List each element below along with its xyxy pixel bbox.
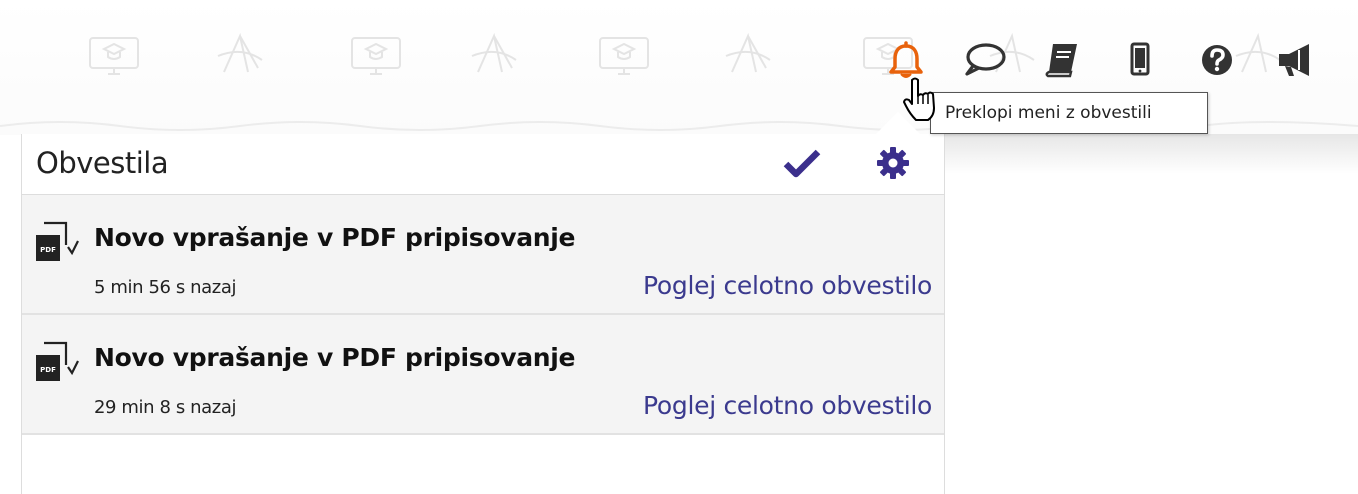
notification-title: Novo vprašanje v PDF pripisovanje <box>94 223 576 252</box>
checkmark-icon <box>783 148 821 183</box>
notification-title: Novo vprašanje v PDF pripisovanje <box>94 343 576 372</box>
bell-icon <box>888 40 924 80</box>
view-full-notification-link[interactable]: Poglej celotno obvestilo <box>643 271 932 300</box>
hand-pointer-cursor <box>900 76 940 124</box>
mobile-app-button[interactable] <box>1117 37 1163 83</box>
mobile-phone-icon <box>1125 40 1155 80</box>
announcements-button[interactable] <box>1272 37 1318 83</box>
gear-icon <box>875 145 911 186</box>
messages-button[interactable] <box>962 37 1008 83</box>
notifications-panel-header: Obvestila <box>22 134 944 195</box>
notification-item[interactable]: PDF Novo vprašanje v PDF pripisovanje 29… <box>22 315 944 435</box>
view-full-notification-link[interactable]: Poglej celotno obvestilo <box>643 391 932 420</box>
svg-text:PDF: PDF <box>40 246 56 254</box>
mark-all-read-button[interactable] <box>782 148 822 182</box>
pdf-annotation-icon: PDF <box>34 341 80 383</box>
panel-title: Obvestila <box>36 146 169 180</box>
pdf-annotation-icon: PDF <box>34 221 80 263</box>
library-button[interactable] <box>1040 37 1086 83</box>
book-icon <box>1043 40 1083 80</box>
help-button[interactable] <box>1194 37 1240 83</box>
bell-tooltip: Preklopi meni z obvestili <box>930 92 1208 134</box>
notification-settings-button[interactable] <box>873 146 913 182</box>
chat-bubble-icon <box>963 40 1007 80</box>
notification-item[interactable]: PDF Novo vprašanje v PDF pripisovanje 5 … <box>22 195 944 315</box>
notification-time: 29 min 8 s nazaj <box>94 397 237 418</box>
help-icon <box>1199 42 1235 78</box>
svg-text:PDF: PDF <box>40 366 56 374</box>
notifications-panel: Obvestila PDF Novo vprašanje v PDF pripi… <box>21 134 945 494</box>
megaphone-icon <box>1273 40 1317 80</box>
panel-backdrop <box>944 134 1358 174</box>
notification-time: 5 min 56 s nazaj <box>94 277 237 298</box>
